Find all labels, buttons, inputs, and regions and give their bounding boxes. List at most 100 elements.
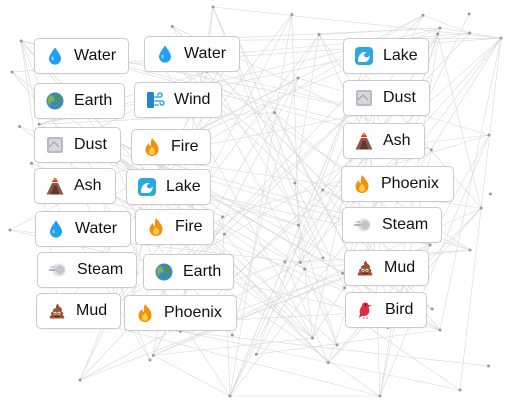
item-mud[interactable]: Mud bbox=[36, 293, 121, 329]
web-node bbox=[230, 333, 234, 337]
web-node bbox=[303, 267, 307, 271]
web-node bbox=[223, 232, 227, 236]
water-drop-icon bbox=[155, 44, 175, 64]
web-node bbox=[479, 206, 483, 210]
fire-icon bbox=[142, 137, 162, 157]
web-node bbox=[488, 192, 492, 196]
earth-globe-icon bbox=[154, 262, 174, 282]
fire-icon bbox=[135, 303, 155, 323]
item-label: Fire bbox=[171, 138, 199, 155]
item-label: Dust bbox=[74, 136, 107, 153]
item-label: Mud bbox=[384, 259, 416, 276]
sidebar-item-dust[interactable]: Dust bbox=[343, 80, 430, 116]
item-steam[interactable]: Steam bbox=[37, 252, 137, 288]
item-label: Ash bbox=[383, 132, 411, 149]
web-node bbox=[421, 13, 425, 17]
dust-icon bbox=[354, 88, 374, 108]
web-node bbox=[272, 111, 276, 115]
web-node bbox=[321, 188, 325, 192]
mud-icon bbox=[47, 301, 67, 321]
volcano-icon bbox=[45, 176, 65, 196]
wave-icon bbox=[354, 46, 374, 66]
web-node bbox=[296, 223, 300, 227]
web-line bbox=[212, 6, 501, 39]
web-line bbox=[153, 337, 313, 356]
web-node bbox=[499, 36, 503, 40]
item-label: Phoenix bbox=[164, 304, 222, 321]
item-label: Lake bbox=[166, 178, 201, 195]
item-ash[interactable]: Ash bbox=[34, 168, 116, 204]
web-line bbox=[229, 14, 293, 397]
item-label: Water bbox=[75, 220, 118, 237]
web-node bbox=[254, 352, 258, 356]
sidebar-item-lake[interactable]: Lake bbox=[343, 38, 429, 74]
web-node bbox=[298, 260, 302, 264]
item-earth[interactable]: Earth bbox=[143, 254, 234, 290]
item-water[interactable]: Water bbox=[35, 211, 131, 247]
sidebar-item-mud[interactable]: Mud bbox=[344, 250, 429, 286]
item-lake[interactable]: Lake bbox=[126, 169, 211, 205]
item-label: Phoenix bbox=[381, 175, 439, 192]
web-node bbox=[228, 394, 232, 398]
item-water[interactable]: Water bbox=[34, 38, 129, 74]
wave-icon bbox=[137, 177, 157, 197]
web-node bbox=[151, 353, 155, 357]
web-node bbox=[487, 364, 491, 368]
web-node bbox=[37, 122, 41, 126]
web-node bbox=[378, 394, 382, 398]
water-drop-icon bbox=[45, 46, 65, 66]
web-node bbox=[468, 248, 472, 252]
item-label: Mud bbox=[76, 302, 108, 319]
item-label: Earth bbox=[74, 92, 113, 109]
web-line bbox=[180, 330, 461, 391]
web-node bbox=[468, 31, 472, 35]
item-label: Earth bbox=[183, 263, 222, 280]
item-wind[interactable]: Wind bbox=[134, 82, 222, 118]
web-node bbox=[467, 12, 471, 16]
web-node bbox=[296, 76, 300, 80]
web-node bbox=[221, 215, 225, 219]
item-label: Steam bbox=[77, 261, 124, 278]
web-line bbox=[226, 37, 502, 284]
web-node bbox=[311, 336, 315, 340]
item-dust[interactable]: Dust bbox=[34, 127, 121, 163]
item-earth[interactable]: Earth bbox=[34, 83, 125, 119]
web-node bbox=[148, 358, 152, 362]
dust-icon bbox=[45, 135, 65, 155]
web-node bbox=[326, 361, 330, 365]
earth-globe-icon bbox=[45, 91, 65, 111]
item-label: Water bbox=[184, 45, 227, 62]
sidebar-item-ash[interactable]: Ash bbox=[343, 123, 425, 159]
web-node bbox=[30, 161, 34, 165]
item-fire[interactable]: Fire bbox=[131, 129, 211, 165]
web-node bbox=[18, 125, 22, 129]
web-node bbox=[430, 307, 434, 311]
web-node bbox=[335, 343, 339, 347]
steam-icon bbox=[353, 215, 373, 235]
web-node bbox=[290, 13, 294, 17]
web-line bbox=[459, 38, 502, 391]
water-drop-icon bbox=[46, 219, 66, 239]
item-fire[interactable]: Fire bbox=[135, 209, 214, 245]
item-label: Ash bbox=[74, 177, 102, 194]
item-label: Wind bbox=[174, 91, 211, 108]
web-node bbox=[428, 243, 432, 247]
item-phoenix[interactable]: Phoenix bbox=[124, 295, 237, 331]
web-node bbox=[429, 148, 433, 152]
item-label: Bird bbox=[385, 301, 414, 318]
item-label: Fire bbox=[175, 218, 203, 235]
volcano-icon bbox=[354, 131, 374, 151]
sidebar-item-bird[interactable]: Bird bbox=[345, 292, 427, 328]
web-node bbox=[19, 39, 23, 43]
item-label: Water bbox=[74, 47, 117, 64]
web-node bbox=[458, 388, 462, 392]
steam-icon bbox=[48, 260, 68, 280]
item-water[interactable]: Water bbox=[144, 36, 240, 72]
item-label: Dust bbox=[383, 89, 416, 106]
web-node bbox=[211, 5, 215, 9]
web-node bbox=[321, 256, 325, 260]
item-label: Steam bbox=[382, 216, 429, 233]
web-node bbox=[438, 26, 442, 30]
sidebar-item-phoenix[interactable]: Phoenix bbox=[341, 166, 454, 202]
sidebar-item-steam[interactable]: Steam bbox=[342, 207, 442, 243]
